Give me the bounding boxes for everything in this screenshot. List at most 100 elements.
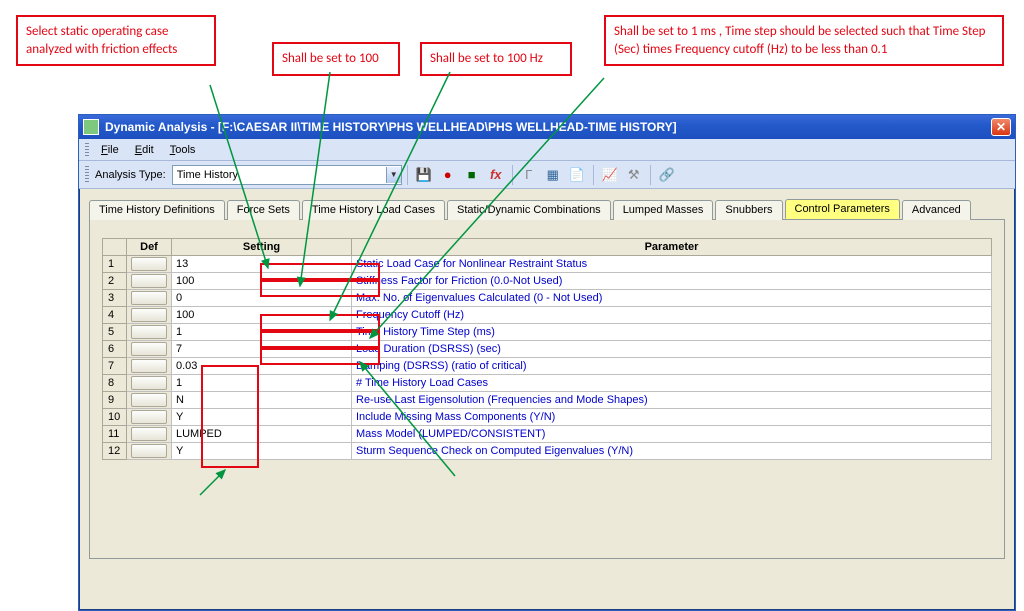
toolbar-stop-icon[interactable]: ■ [461,164,483,186]
row-number: 3 [103,290,127,307]
setting-cell[interactable]: 0.03 [172,358,352,375]
parameter-cell: Stiffness Factor for Friction (0.0-Not U… [352,273,992,290]
row-number: 12 [103,443,127,460]
toolbar-gamma-icon[interactable]: Γ [518,164,540,186]
row-number: 10 [103,409,127,426]
table-row: 6 7Load Duration (DSRSS) (sec) [103,341,992,358]
def-button[interactable] [131,376,167,390]
table-row: 1 13Static Load Case for Nonlinear Restra… [103,256,992,273]
def-cell [127,324,172,341]
table-row: 9NRe-use Last Eigensolution (Frequencies… [103,392,992,409]
def-button[interactable] [131,342,167,356]
tab-force-sets[interactable]: Force Sets [227,200,300,220]
chevron-down-icon: ▼ [386,167,401,183]
app-icon [83,119,99,135]
close-button[interactable]: ✕ [991,118,1011,136]
def-button[interactable] [131,444,167,458]
def-button[interactable] [131,257,167,271]
setting-cell[interactable]: Y [172,443,352,460]
table-row: 8 1# Time History Load Cases [103,375,992,392]
toolbar-doc-icon[interactable]: 📄 [566,164,588,186]
def-button[interactable] [131,308,167,322]
def-cell [127,392,172,409]
tab-advanced[interactable]: Advanced [902,200,971,220]
def-button[interactable] [131,427,167,441]
def-button[interactable] [131,325,167,339]
parameter-cell: Mass Model (LUMPED/CONSISTENT) [352,426,992,443]
setting-cell[interactable]: 0 [172,290,352,307]
def-button[interactable] [131,359,167,373]
callout-freq-100hz: Shall be set to 100 Hz [420,42,572,76]
def-button[interactable] [131,410,167,424]
analysis-type-value: Time History [177,169,238,181]
tab-control-parameters[interactable]: Control Parameters [785,199,900,219]
def-button[interactable] [131,291,167,305]
table-row: 4100Frequency Cutoff (Hz) [103,307,992,324]
setting-cell[interactable]: 1 [172,375,352,392]
tabs-row: Time History Definitions Force Sets Time… [79,189,1015,219]
toolbar-link-icon[interactable]: 🔗 [656,164,678,186]
menu-file[interactable]: File [93,141,127,159]
callout-static-case: Select static operating case analyzed wi… [16,15,216,66]
toolbar-separator [407,165,408,185]
table-row: 11 LUMPEDMass Model (LUMPED/CONSISTENT) [103,426,992,443]
def-cell [127,426,172,443]
toolbar-fx-icon[interactable]: fx [485,164,507,186]
parameter-cell: # Time History Load Cases [352,375,992,392]
titlebar: Dynamic Analysis - [F:\CAESAR II\TIME HI… [79,115,1015,139]
setting-cell[interactable]: LUMPED [172,426,352,443]
def-cell [127,273,172,290]
setting-cell[interactable]: 13 [172,256,352,273]
analysis-type-select[interactable]: Time History ▼ [172,165,402,185]
parameter-cell: Static Load Case for Nonlinear Restraint… [352,256,992,273]
parameter-cell: Re-use Last Eigensolution (Frequencies a… [352,392,992,409]
row-number: 8 [103,375,127,392]
setting-cell[interactable]: 1 [172,324,352,341]
parameters-grid: Def Setting Parameter 113Static Load Cas… [102,238,992,460]
def-cell [127,307,172,324]
parameter-cell: Time History Time Step (ms) [352,324,992,341]
def-cell [127,443,172,460]
menubar-grip [85,143,89,157]
setting-cell[interactable]: Y [172,409,352,426]
parameter-cell: Sturm Sequence Check on Computed Eigenva… [352,443,992,460]
def-cell [127,341,172,358]
parameter-cell: Frequency Cutoff (Hz) [352,307,992,324]
toolbar-record-icon[interactable]: ● [437,164,459,186]
row-number: 11 [103,426,127,443]
setting-cell[interactable]: 100 [172,307,352,324]
col-def: Def [127,239,172,256]
def-cell [127,375,172,392]
row-number: 1 [103,256,127,273]
menu-edit[interactable]: Edit [127,141,162,159]
tab-snubbers[interactable]: Snubbers [715,200,782,220]
table-row: 3 0Max. No. of Eigenvalues Calculated (0 … [103,290,992,307]
setting-cell[interactable]: N [172,392,352,409]
def-button[interactable] [131,393,167,407]
setting-cell[interactable]: 100 [172,273,352,290]
toolbar-tool-icon[interactable]: ⚒ [623,164,645,186]
table-row: 10YInclude Missing Mass Components (Y/N) [103,409,992,426]
def-cell [127,409,172,426]
tab-static-dynamic-combinations[interactable]: Static/Dynamic Combinations [447,200,611,220]
toolbar-chart-icon[interactable]: 📈 [599,164,621,186]
menubar: File Edit Tools [79,139,1015,161]
def-button[interactable] [131,274,167,288]
menu-tools[interactable]: Tools [162,141,204,159]
setting-cell[interactable]: 7 [172,341,352,358]
toolbar-separator-3 [593,165,594,185]
row-number: 7 [103,358,127,375]
tab-panel: Def Setting Parameter 113Static Load Cas… [89,219,1005,559]
tab-time-history-load-cases[interactable]: Time History Load Cases [302,200,445,220]
callout-stiffness-100: Shall be set to 100 [272,42,400,76]
parameter-cell: Max. No. of Eigenvalues Calculated (0 - … [352,290,992,307]
toolbar-grid-icon[interactable]: ▦ [542,164,564,186]
row-number: 6 [103,341,127,358]
tab-lumped-masses[interactable]: Lumped Masses [613,200,714,220]
app-window: Dynamic Analysis - [F:\CAESAR II\TIME HI… [78,114,1016,611]
toolbar-save-icon[interactable]: 💾 [413,164,435,186]
parameter-cell: Load Duration (DSRSS) (sec) [352,341,992,358]
tab-time-history-definitions[interactable]: Time History Definitions [89,200,225,220]
parameter-cell: Damping (DSRSS) (ratio of critical) [352,358,992,375]
def-cell [127,290,172,307]
